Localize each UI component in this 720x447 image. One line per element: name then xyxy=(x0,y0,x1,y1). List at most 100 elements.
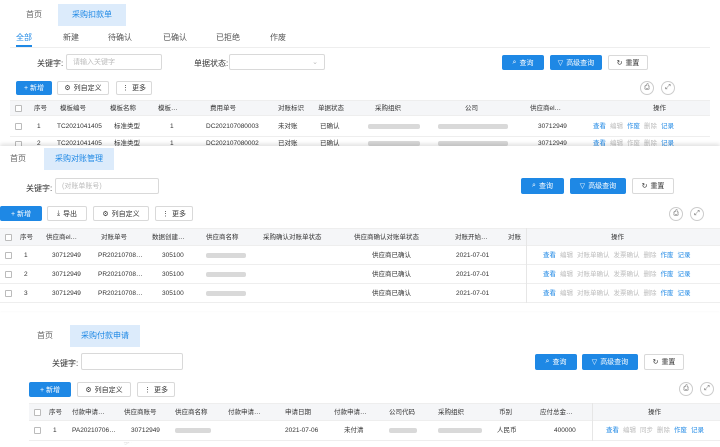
select-all-checkbox[interactable] xyxy=(34,409,41,416)
col-header: 付款申请… xyxy=(228,409,261,416)
fullscreen-icon[interactable]: ⤢ xyxy=(690,207,704,221)
delete-link[interactable]: 删除 xyxy=(644,252,657,259)
cell: TC2021041405 xyxy=(57,123,102,130)
reset-button[interactable]: ↻ 重置 xyxy=(632,178,674,194)
void-link[interactable]: 作废 xyxy=(661,290,674,297)
advanced-query-button[interactable]: ▽ 高级查询 xyxy=(570,178,626,194)
edit-link[interactable]: 编辑 xyxy=(623,427,636,434)
refresh-icon: ↻ xyxy=(641,183,648,190)
redacted-org xyxy=(368,117,420,137)
confirm-recon-link[interactable]: 对账单确认 xyxy=(577,252,610,259)
print-icon[interactable]: ⎙ xyxy=(669,207,683,221)
select-all-checkbox[interactable] xyxy=(5,234,12,241)
view-link[interactable]: 查看 xyxy=(543,290,556,297)
col-header: 费用单号 xyxy=(210,105,236,112)
new-button[interactable]: + 新增 xyxy=(16,81,52,95)
table-row[interactable]: 3 30712949 PR20210708… 305100 供应商已确认 202… xyxy=(0,284,720,303)
keyword-input[interactable]: 请输入关键字 xyxy=(66,54,162,70)
export-button[interactable]: ⤓ 导出 xyxy=(47,206,87,221)
confirm-recon-link[interactable]: 对账单确认 xyxy=(577,290,610,297)
void-link[interactable]: 作废 xyxy=(674,427,687,434)
table-row[interactable]: 1 30712949 PR20210708… 305100 供应商已确认 202… xyxy=(0,246,720,265)
table-row[interactable]: 1 PA20210706… 30712949 2021-07-06 未付清 人民… xyxy=(29,421,720,441)
edit-link[interactable]: 编辑 xyxy=(560,252,573,259)
col-header: 采购确认对账单状态 xyxy=(263,234,322,241)
row-checkbox[interactable] xyxy=(5,252,12,259)
status-tab-new[interactable]: 新建 xyxy=(63,31,79,45)
column-def-button[interactable]: ⚙ 列自定义 xyxy=(77,382,131,397)
tab-reconciliation[interactable]: 采购对账管理 xyxy=(44,148,114,170)
void-link[interactable]: 作废 xyxy=(661,252,674,259)
search-icon: ⌕ xyxy=(532,182,536,189)
tab-deduction[interactable]: 采购扣款单 xyxy=(58,4,126,26)
edit-link[interactable]: 编辑 xyxy=(560,290,573,297)
record-link[interactable]: 记录 xyxy=(691,427,704,434)
confirm-recon-link[interactable]: 对账单确认 xyxy=(577,271,610,278)
print-icon[interactable]: ⎙ xyxy=(679,382,693,396)
table-row[interactable]: 1 TC2021041405 标准类型 1 DC202107080003 未对账… xyxy=(10,117,710,137)
new-button[interactable]: + 新增 xyxy=(0,206,42,221)
row-actions: 查看 编辑 对账单确认 发票确认 删除 作废 记录 xyxy=(543,284,695,304)
more-button[interactable]: ⋮ 更多 xyxy=(116,81,152,95)
view-link[interactable]: 查看 xyxy=(543,271,556,278)
row-checkbox[interactable] xyxy=(5,290,12,297)
confirm-invoice-link[interactable]: 发票确认 xyxy=(614,290,640,297)
status-tab-pending[interactable]: 待确认 xyxy=(108,31,132,45)
advanced-query-button[interactable]: ▽ 高级查询 xyxy=(550,55,602,70)
view-link[interactable]: 查看 xyxy=(543,252,556,259)
keyword-label: 关键字: xyxy=(26,184,53,193)
void-link[interactable]: 作废 xyxy=(627,123,640,130)
chevron-down-icon: ⌄ xyxy=(312,59,318,66)
row-checkbox[interactable] xyxy=(15,123,22,130)
keyword-input[interactable] xyxy=(81,353,183,370)
query-button[interactable]: ⌕ 查询 xyxy=(502,55,544,70)
confirm-invoice-link[interactable]: 发票确认 xyxy=(614,271,640,278)
delete-link[interactable]: 删除 xyxy=(644,290,657,297)
more-button[interactable]: ⋮ 更多 xyxy=(137,382,175,397)
status-tab-confirmed[interactable]: 已确认 xyxy=(163,31,187,45)
table-row[interactable]: 2 30712949 PR20210708… 305100 供应商已确认 202… xyxy=(0,265,720,284)
redacted-supplier-name xyxy=(206,265,246,285)
fullscreen-icon[interactable]: ⤢ xyxy=(661,81,675,95)
reset-button[interactable]: ↻ 重置 xyxy=(644,354,684,370)
confirm-invoice-link[interactable]: 发票确认 xyxy=(614,252,640,259)
tab-home[interactable]: 首页 xyxy=(26,325,64,347)
status-select[interactable]: ⌄ xyxy=(229,54,325,70)
edit-link[interactable]: 编辑 xyxy=(610,123,623,130)
view-link[interactable]: 查看 xyxy=(606,427,619,434)
delete-link[interactable]: 删除 xyxy=(657,427,670,434)
advanced-query-button[interactable]: ▽ 高级查询 xyxy=(582,354,638,370)
fullscreen-icon[interactable]: ⤢ xyxy=(700,382,714,396)
status-tab-void[interactable]: 作废 xyxy=(270,31,286,45)
query-button[interactable]: ⌕ 查询 xyxy=(535,354,577,370)
edit-link[interactable]: 编辑 xyxy=(560,271,573,278)
col-header: 序号 xyxy=(20,234,33,241)
record-link[interactable]: 记录 xyxy=(678,290,691,297)
status-tab-all[interactable]: 全部 xyxy=(16,31,32,47)
record-link[interactable]: 记录 xyxy=(678,252,691,259)
void-link[interactable]: 作废 xyxy=(661,271,674,278)
query-button[interactable]: ⌕ 查询 xyxy=(521,178,564,194)
new-button[interactable]: + 新增 xyxy=(29,382,71,397)
column-def-button[interactable]: ⚙ 列自定义 xyxy=(93,206,149,221)
print-icon[interactable]: ⎙ xyxy=(640,81,654,95)
keyword-input[interactable]: (对账单账号) xyxy=(55,178,159,194)
more-button[interactable]: ⋮ 更多 xyxy=(155,206,193,221)
status-tab-rejected[interactable]: 已拒绝 xyxy=(216,31,240,45)
row-checkbox[interactable] xyxy=(34,427,41,434)
delete-link[interactable]: 删除 xyxy=(644,271,657,278)
record-link[interactable]: 记录 xyxy=(678,271,691,278)
reset-button[interactable]: ↻ 重置 xyxy=(608,55,648,70)
tab-home[interactable]: 首页 xyxy=(0,148,36,170)
row-checkbox[interactable] xyxy=(5,271,12,278)
view-link[interactable]: 查看 xyxy=(593,123,606,130)
tab-payment[interactable]: 采购付款申请 xyxy=(70,325,140,347)
sync-link[interactable]: 同步 xyxy=(640,427,653,434)
refresh-icon: ↻ xyxy=(616,59,623,67)
tab-home[interactable]: 首页 xyxy=(14,4,54,26)
cell: 供应商已确认 xyxy=(372,252,411,259)
select-all-checkbox[interactable] xyxy=(15,105,22,112)
record-link[interactable]: 记录 xyxy=(661,123,674,130)
column-def-button[interactable]: ⚙ 列自定义 xyxy=(57,81,109,95)
delete-link[interactable]: 删除 xyxy=(644,123,657,130)
